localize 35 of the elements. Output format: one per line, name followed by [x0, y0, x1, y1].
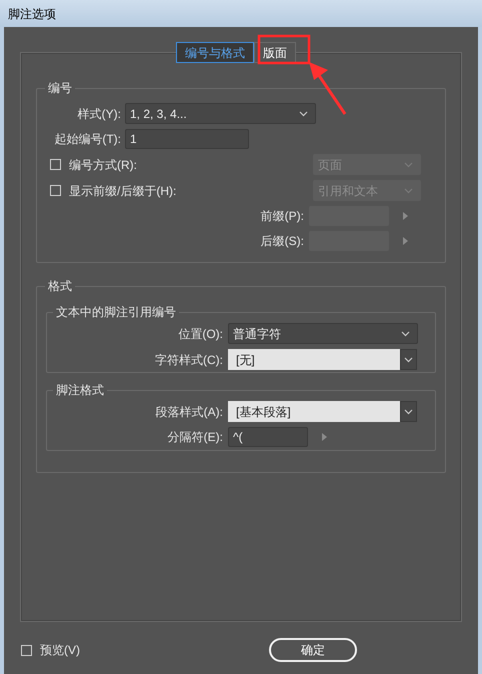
chevron-down-icon [404, 162, 413, 168]
field-label: 段落样式(A): [154, 404, 223, 420]
dropdown-button[interactable] [400, 401, 417, 422]
field-label: 分隔符(E): [166, 429, 223, 446]
chevron-down-icon [299, 110, 308, 116]
chevron-down-icon [404, 408, 413, 414]
highlight-box [258, 34, 310, 64]
group-title: 文本中的脚注引用编号 [55, 304, 177, 321]
checkbox-label: 编号方式(R): [69, 156, 138, 174]
field-label: 前缀(P): [260, 208, 304, 225]
ok-button[interactable]: 确定 [269, 638, 357, 662]
field-label: 样式(Y): [76, 106, 121, 122]
field-label: 起始编号(T): [53, 131, 121, 148]
checkbox-label: 预览(V) [40, 642, 80, 659]
checkbox[interactable] [21, 644, 32, 656]
window-title: 脚注选项 [8, 6, 56, 22]
field-label: 后缀(S): [260, 233, 304, 250]
group-title: 编号 [47, 80, 73, 97]
chevron-down-icon [401, 330, 410, 336]
group-title: 脚注格式 [55, 382, 105, 399]
arrow [309, 62, 346, 115]
dropdown-button[interactable] [400, 349, 417, 370]
input-field[interactable]: ^( [228, 427, 308, 447]
field-label: 位置(O): [177, 326, 223, 342]
chevron-down-icon [404, 188, 413, 194]
group-title: 格式 [47, 278, 73, 295]
combo-field[interactable]: [无] [228, 349, 400, 370]
checkbox-label: 显示前缀/后缀于(H): [69, 182, 178, 200]
input-field[interactable]: 1 [125, 129, 249, 149]
combo-field[interactable]: [基本段落] [228, 401, 400, 422]
tab[interactable]: 编号与格式 [176, 42, 254, 63]
dropdown[interactable]: 普通字符 [228, 323, 418, 344]
dropdown[interactable]: 1, 2, 3, 4... [125, 103, 316, 124]
chevron-down-icon [404, 356, 413, 362]
field-label: 字符样式(C): [154, 352, 223, 368]
